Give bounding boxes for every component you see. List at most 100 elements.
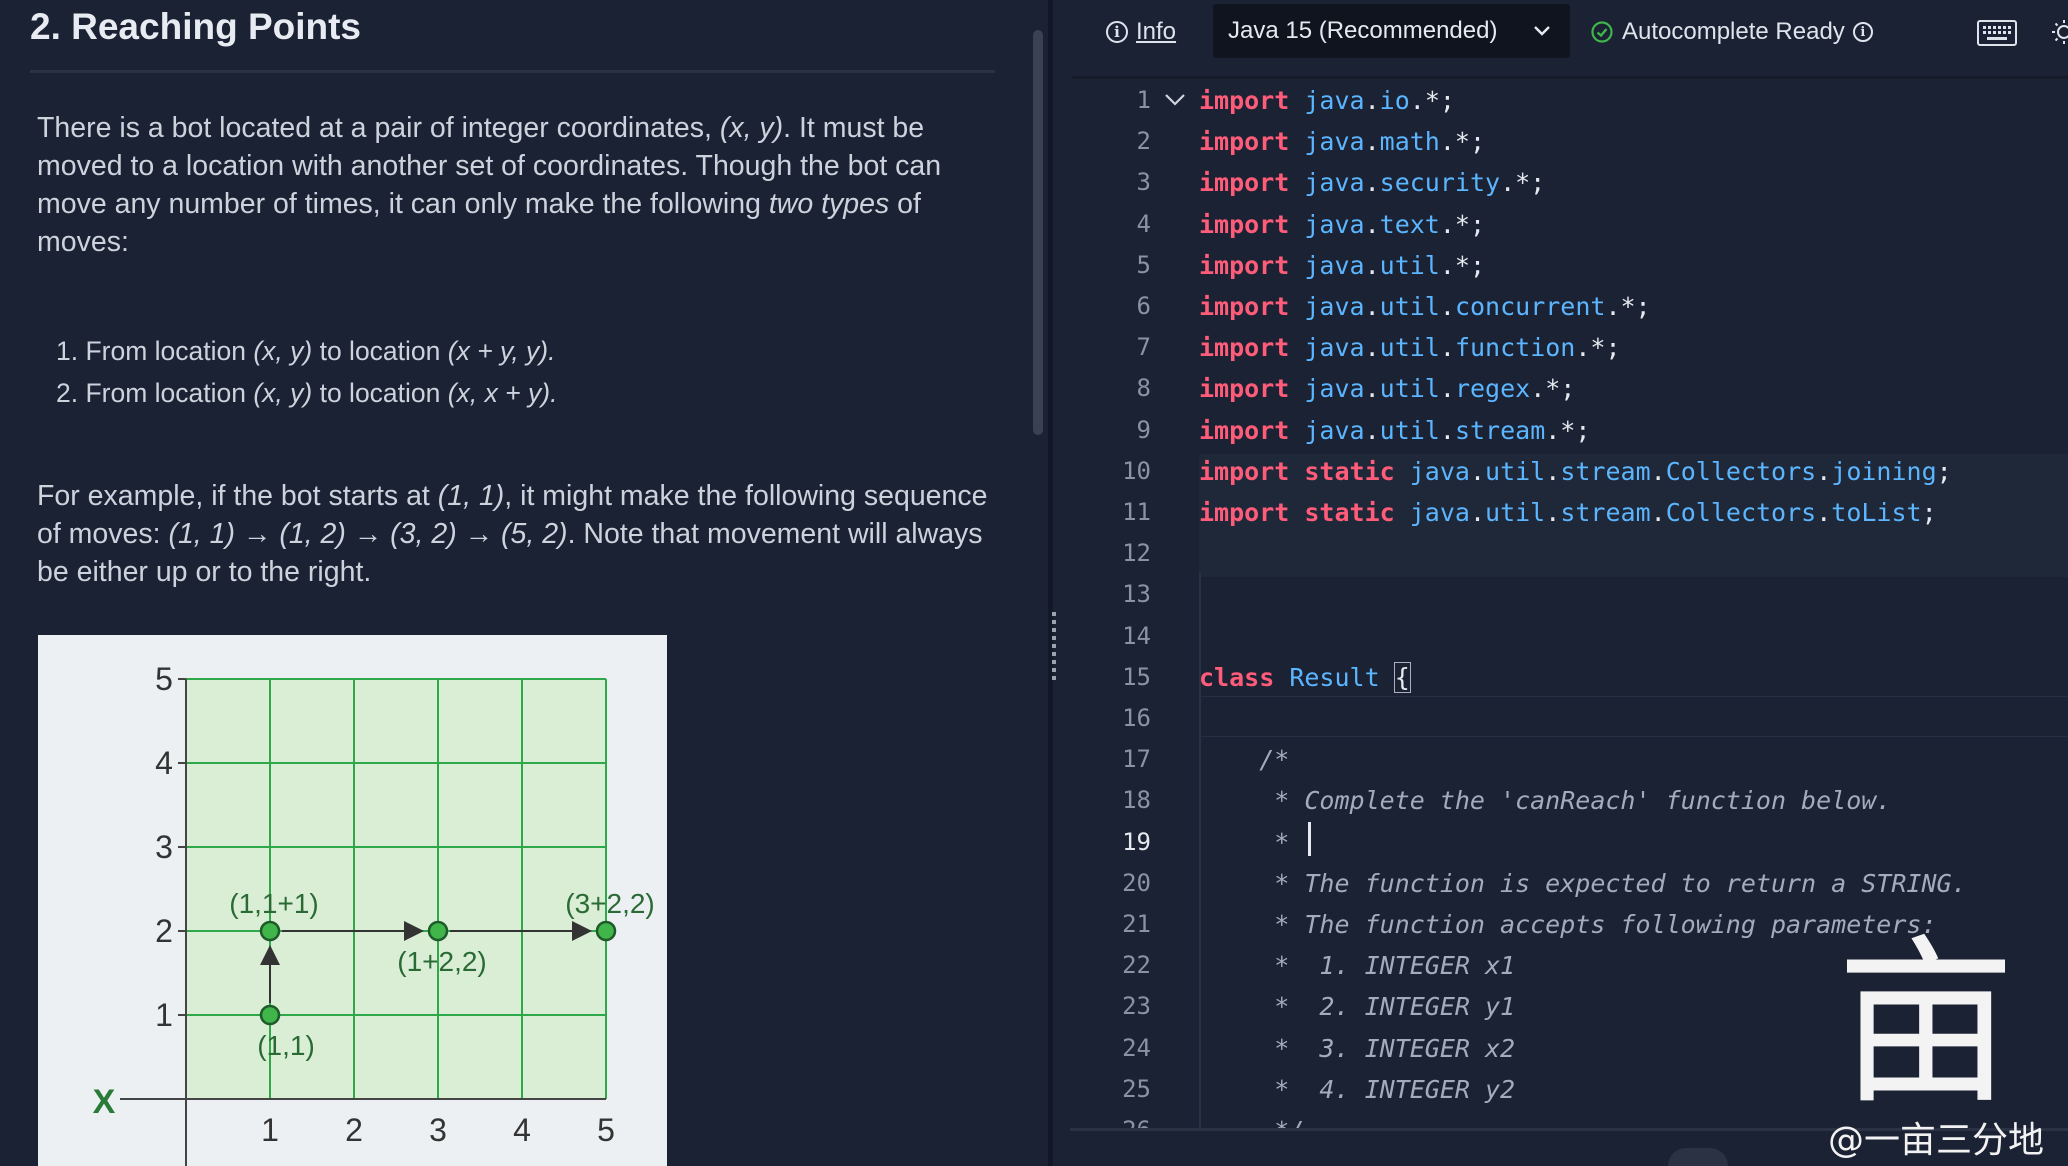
info-icon: i [1106, 21, 1128, 43]
point-label: (1+2,2) [397, 946, 487, 977]
title-divider [30, 70, 995, 73]
point-marker [427, 920, 449, 942]
line-number: 18 [1122, 786, 1151, 815]
line-number: 19 [1122, 827, 1151, 856]
text-run: There is a bot located at a pair of inte… [37, 112, 720, 144]
code-token: . [1364, 250, 1380, 280]
x-tick-label: 5 [597, 1112, 615, 1148]
text-run: (x + y, y). [447, 336, 556, 366]
code-line[interactable]: * [1199, 822, 1289, 863]
code-line[interactable]: import java.math.*; [1199, 121, 1485, 162]
code-line[interactable]: * 4. INTEGER y2 [1199, 1069, 1515, 1110]
code-line[interactable]: import static java.util.stream.Collector… [1199, 492, 1937, 533]
code-token: . [1439, 333, 1455, 363]
point-label: (3+2,2) [565, 888, 655, 919]
code-token: import [1199, 498, 1290, 527]
code-line[interactable]: * 2. INTEGER y1 [1199, 986, 1515, 1027]
language-select[interactable]: Java 15 (Recommended) [1213, 4, 1570, 58]
keyboard-icon[interactable] [1977, 20, 2017, 46]
code-token: import [1199, 86, 1290, 115]
code-token: . [1545, 498, 1561, 527]
code-line[interactable]: * Complete the 'canReach' function below… [1199, 780, 1891, 821]
info-label: Info [1136, 18, 1177, 45]
text-run: (x, y) [719, 112, 784, 144]
move-item-2: 2. From location (x, y) to location (x, … [56, 372, 557, 414]
code-line[interactable]: import java.io.*; [1199, 80, 1455, 121]
code-token: math [1379, 127, 1440, 157]
code-token: import [1199, 250, 1290, 280]
code-token: .*; [1439, 250, 1486, 280]
info-button[interactable]: i Info [1106, 18, 1176, 46]
code-line[interactable]: import java.util.*; [1199, 245, 1485, 286]
language-value: Java 15 (Recommended) [1228, 17, 1498, 44]
x-tick-label: 4 [513, 1112, 531, 1148]
bottom-handle[interactable] [1668, 1148, 1728, 1166]
code-token: . [1650, 456, 1666, 486]
code-token: import [1199, 127, 1290, 157]
code-line[interactable]: * The function is expected to return a S… [1199, 863, 1966, 904]
code-token: * The function accepts following paramet… [1199, 910, 1937, 939]
code-line[interactable]: */ [1199, 1110, 1304, 1130]
text-run: 1. From location [56, 336, 254, 366]
y-tick-label: 3 [155, 829, 173, 865]
code-line[interactable]: * 1. INTEGER x1 [1199, 945, 1515, 986]
code-token: import [1199, 292, 1290, 321]
code-line[interactable]: import java.security.*; [1199, 162, 1545, 203]
code-line[interactable]: class Result { [1199, 657, 1411, 698]
autocomplete-info-icon[interactable]: i [1852, 22, 1873, 42]
editor-toolbar: i Info Java 15 (Recommended) Autocomplet… [1056, 0, 2068, 66]
text-cursor [1308, 822, 1311, 856]
code-token: java [1409, 456, 1470, 486]
code-token: .*; [1545, 415, 1591, 445]
fold-chevron-icon[interactable] [1163, 90, 1187, 110]
code-token: import [1199, 456, 1290, 486]
code-line[interactable]: import static java.util.stream.Collector… [1199, 451, 1952, 492]
code-token: . [1439, 292, 1455, 321]
code-line[interactable]: import java.text.*; [1199, 204, 1485, 245]
y-tick-label: 4 [155, 745, 173, 781]
code-token: java [1304, 209, 1365, 239]
watermark-text: @一亩三分地 [1828, 1120, 2045, 1161]
code-token: .*; [1500, 168, 1546, 198]
code-line[interactable]: import java.util.concurrent.*; [1199, 286, 1651, 327]
text-run: to location [312, 378, 448, 408]
code-token: . [1364, 127, 1380, 157]
code-token: static [1304, 498, 1395, 527]
chevron-down-icon [1534, 26, 1550, 36]
code-token: * 3. INTEGER x2 [1199, 1033, 1516, 1063]
code-line[interactable]: /* [1199, 739, 1289, 780]
code-line[interactable]: import java.util.regex.*; [1199, 368, 1575, 409]
line-number: 7 [1136, 333, 1151, 362]
line-number: 16 [1122, 704, 1151, 732]
code-token: .*; [1575, 333, 1621, 363]
code-token: java [1304, 415, 1365, 445]
moves-list: 1. From location (x, y) to location (x +… [56, 330, 557, 414]
line-number: 17 [1122, 745, 1151, 774]
code-line[interactable]: import java.util.stream.*; [1199, 410, 1590, 451]
code-token: security [1379, 168, 1501, 198]
active-line-highlight [1199, 696, 2068, 737]
line-number: 2 [1136, 127, 1151, 156]
code-token: java [1304, 127, 1365, 157]
x-tick-label: 3 [429, 1112, 447, 1148]
point-marker [259, 920, 281, 942]
code-line[interactable]: * The function accepts following paramet… [1199, 904, 1937, 945]
check-circle-icon [1591, 21, 1613, 43]
code-token: . [1469, 456, 1486, 486]
code-token: . [1469, 498, 1486, 527]
problem-panel: 2. Reaching Points There is a bot locate… [0, 0, 1030, 1166]
panel-splitter[interactable] [1048, 0, 1053, 1166]
code-line[interactable]: import java.util.function.*; [1199, 327, 1621, 368]
theme-sun-icon[interactable] [2046, 16, 2068, 48]
line-number: 23 [1122, 992, 1151, 1021]
code-token: stream [1560, 456, 1651, 486]
code-token: function [1454, 333, 1576, 363]
line-number: 13 [1122, 580, 1151, 609]
code-line[interactable]: * 3. INTEGER x2 [1199, 1028, 1515, 1069]
problem-scrollbar[interactable] [1033, 30, 1043, 435]
